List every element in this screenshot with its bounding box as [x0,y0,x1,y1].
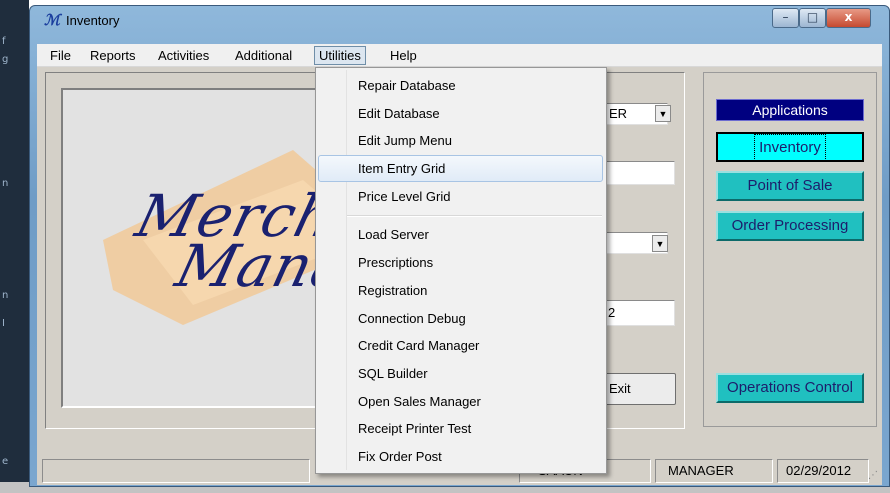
menu-separator [347,215,602,217]
user-select-arrow-icon[interactable]: ▼ [655,105,671,122]
menu-item-fix-order-post[interactable]: Fix Order Post [358,449,442,464]
menu-item-credit-card-manager[interactable]: Credit Card Manager [358,338,479,353]
order-processing-label: Order Processing [731,217,849,234]
status-panel-user: MANAGER [655,459,773,483]
menu-additional[interactable]: Additional [231,47,296,64]
desktop-background: f g n n I e [0,0,29,493]
window-title: Inventory [66,13,120,28]
status-panel-date: 02/29/2012 [777,459,869,483]
point-of-sale-label: Point of Sale [747,177,833,194]
menu-help[interactable]: Help [386,47,421,64]
menu-file[interactable]: File [46,47,75,64]
menu-item-connection-debug[interactable]: Connection Debug [358,311,466,326]
operations-control-button[interactable]: Operations Control [716,373,864,403]
resize-grip-icon[interactable]: ⋰ [868,470,880,482]
maximize-button[interactable]: □ [799,8,826,28]
menu-item-edit-database[interactable]: Edit Database [358,106,440,121]
status-panel-empty [42,459,310,483]
menu-item-edit-jump-menu[interactable]: Edit Jump Menu [358,133,452,148]
inventory-app-label: Inventory [754,134,826,161]
menu-item-price-level-grid[interactable]: Price Level Grid [358,189,450,204]
menu-item-open-sales-manager[interactable]: Open Sales Manager [358,394,481,409]
menu-item-registration[interactable]: Registration [358,283,427,298]
menu-item-receipt-printer-test[interactable]: Receipt Printer Test [358,421,471,436]
status-user-text: MANAGER [668,463,734,478]
inventory-app-icon: ℳ [44,11,61,29]
menu-item-item-entry-grid[interactable]: Item Entry Grid [358,161,445,176]
minimize-button[interactable]: – [772,8,799,28]
menu-item-repair-database[interactable]: Repair Database [358,78,456,93]
menu-activities[interactable]: Activities [154,47,213,64]
utilities-dropdown-menu [315,67,607,474]
close-button[interactable]: x [826,8,871,28]
operations-control-label: Operations Control [727,379,853,396]
select-field-2-arrow-icon[interactable]: ▼ [652,235,668,252]
menu-item-load-server[interactable]: Load Server [358,227,429,242]
menu-utilities[interactable]: Utilities [314,46,366,65]
status-date-text: 02/29/2012 [786,463,852,478]
inventory-app-button[interactable]: Inventory [716,132,864,162]
exit-button-label: Exit [609,381,631,396]
menu-reports[interactable]: Reports [86,47,140,64]
text-field-3-value: 2 [608,305,616,320]
point-of-sale-button[interactable]: Point of Sale [716,171,864,201]
menu-item-sql-builder[interactable]: SQL Builder [358,366,428,381]
menu-icon-gutter [346,70,347,470]
order-processing-button[interactable]: Order Processing [716,211,864,241]
applications-header: Applications [716,99,864,121]
user-select-value: ER [609,106,628,121]
menu-item-prescriptions[interactable]: Prescriptions [358,255,433,270]
